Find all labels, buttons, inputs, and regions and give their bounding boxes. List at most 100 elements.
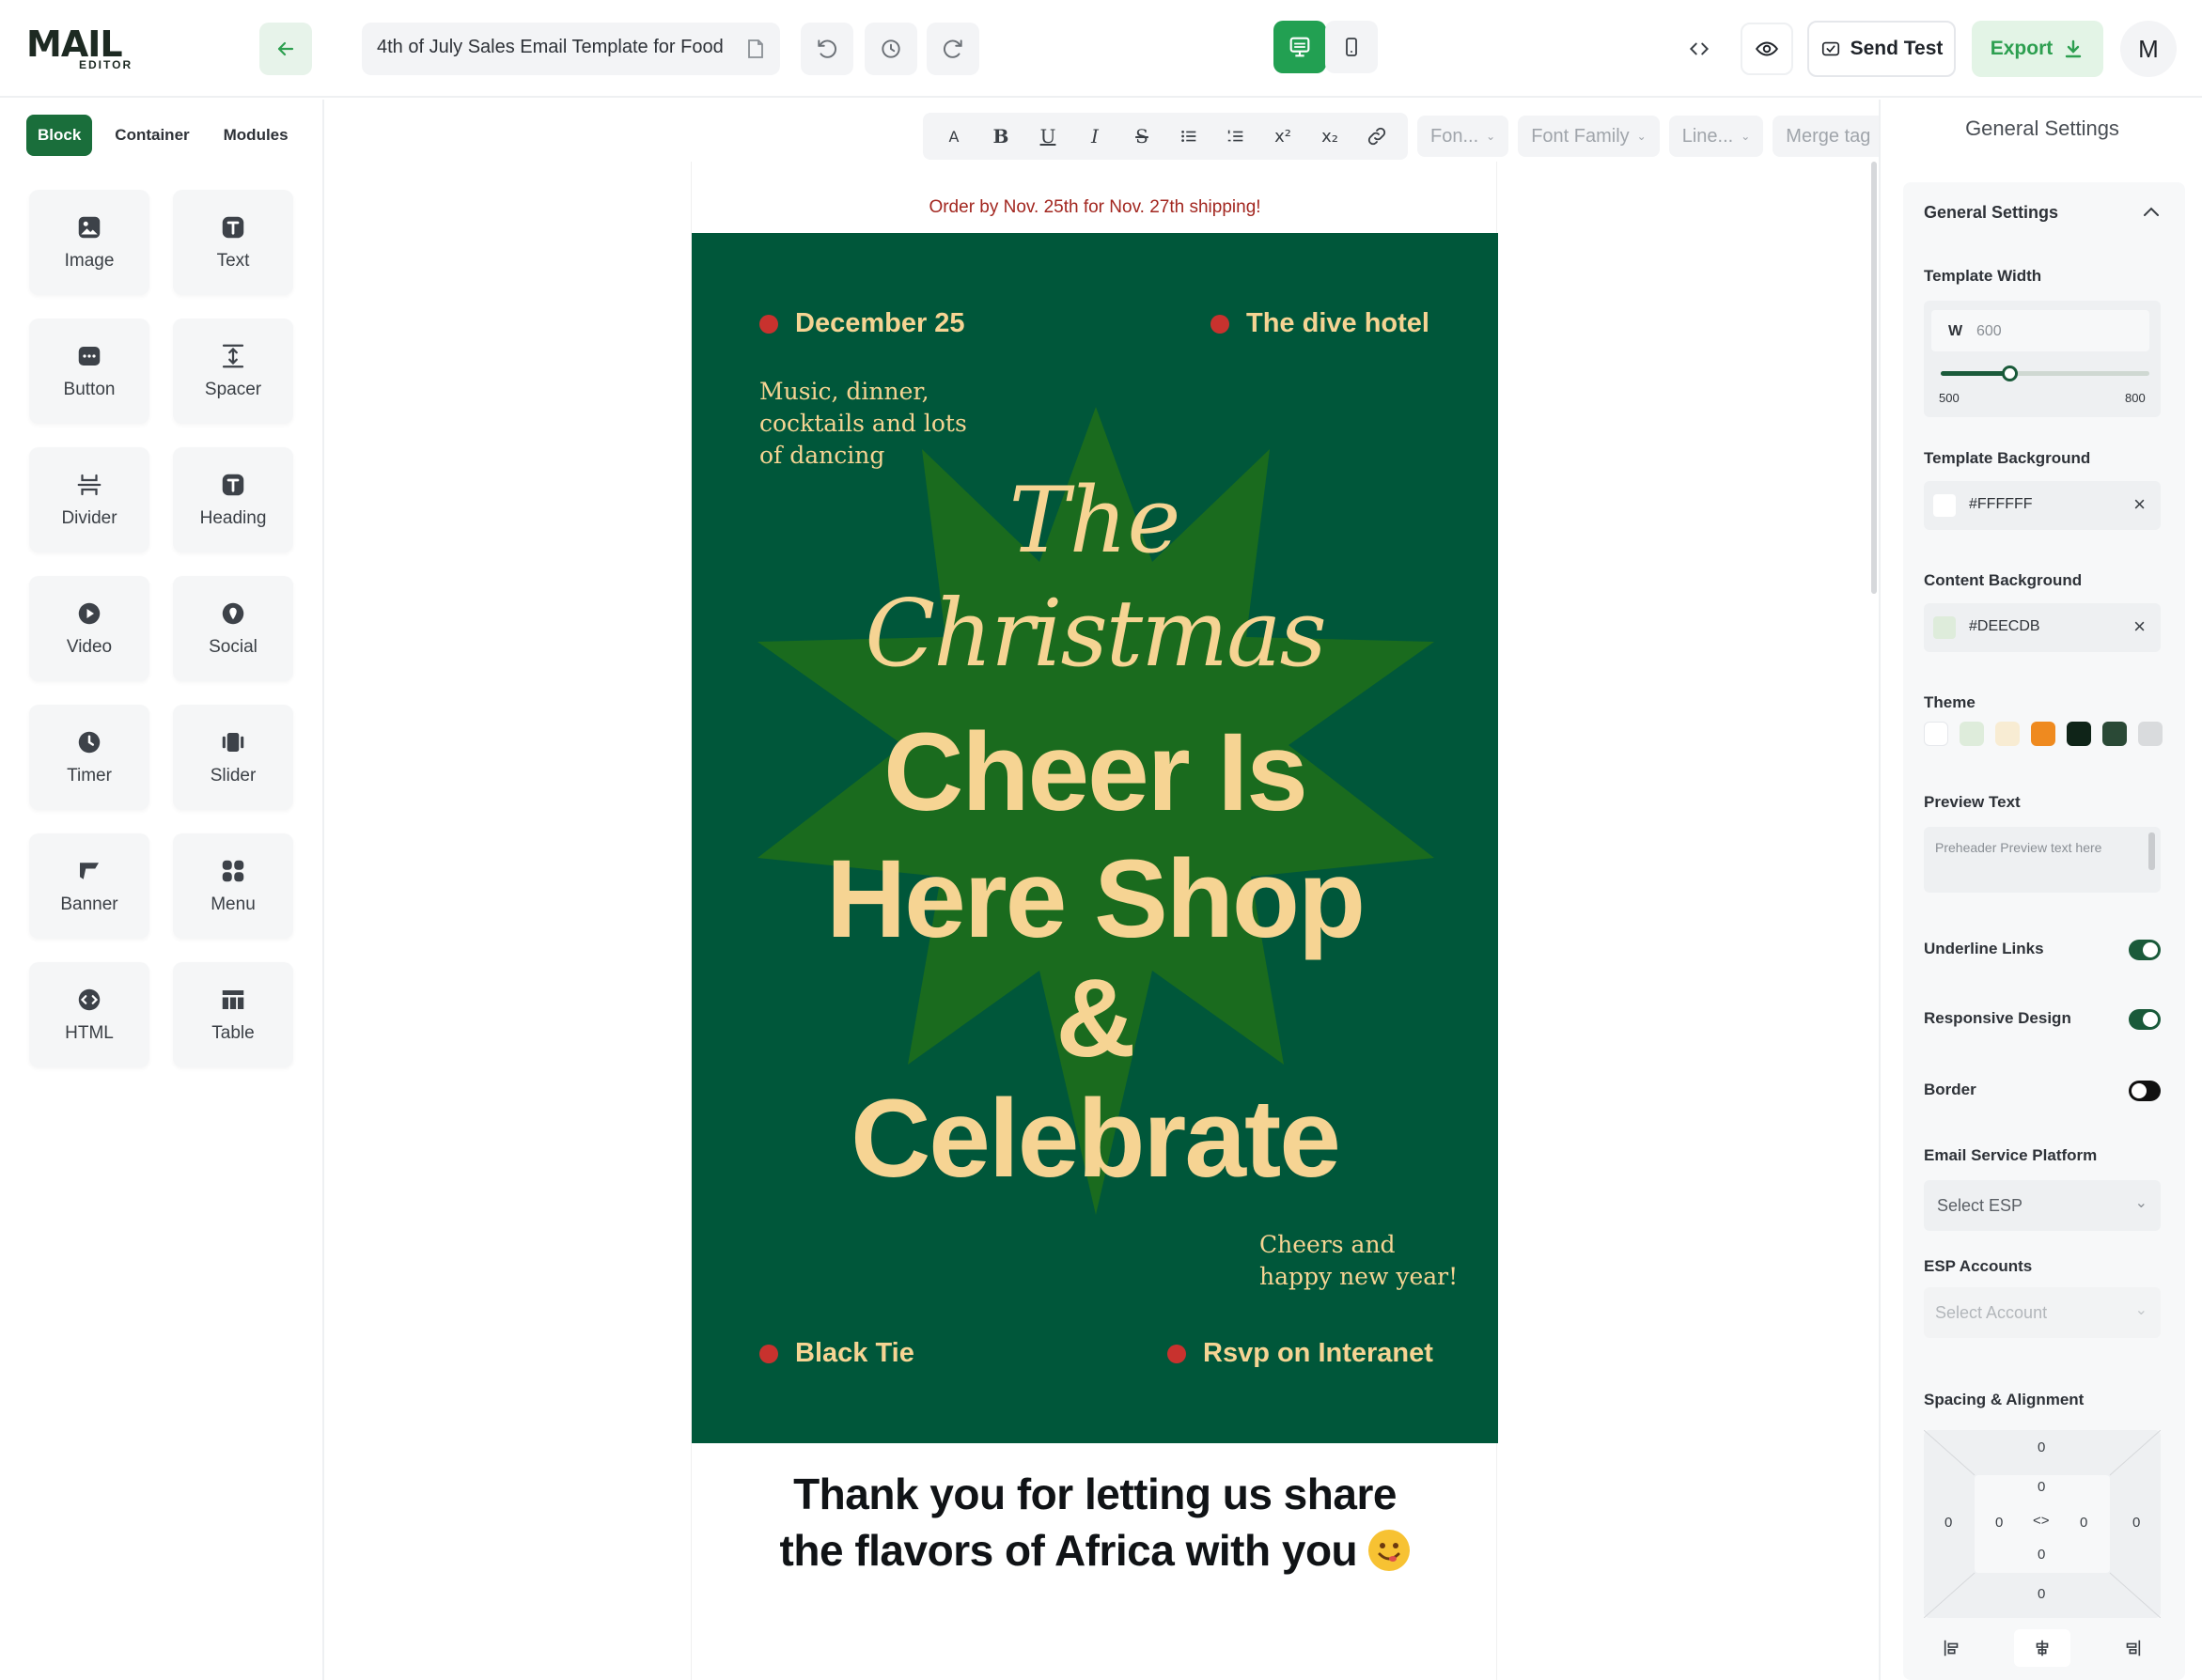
tab-block[interactable]: Block bbox=[26, 115, 93, 156]
chevron-up-icon[interactable] bbox=[2142, 205, 2161, 218]
esp-select[interactable]: Select ESP ⌄ bbox=[1924, 1180, 2161, 1231]
padding-left-value[interactable]: 0 bbox=[1995, 1515, 2003, 1531]
block-text[interactable]: Text bbox=[173, 190, 293, 295]
format-buttons-group: A B U I S x² x₂ bbox=[923, 113, 1408, 160]
content-background-swatch[interactable] bbox=[1933, 616, 1956, 639]
width-slider-handle[interactable] bbox=[2002, 366, 2019, 381]
content-background-value: #DEECDB bbox=[1969, 618, 2040, 634]
align-right-button[interactable] bbox=[2104, 1629, 2161, 1667]
arrow-left-icon bbox=[277, 41, 294, 56]
tab-modules[interactable]: Modules bbox=[212, 115, 300, 156]
margin-top-value[interactable]: 0 bbox=[2038, 1439, 2045, 1455]
block-spacer-label: Spacer bbox=[204, 380, 262, 399]
margin-bottom-value[interactable]: 0 bbox=[2038, 1586, 2045, 1602]
history-button[interactable] bbox=[865, 23, 917, 75]
general-settings-header[interactable]: General Settings bbox=[1907, 182, 2181, 242]
template-background-swatch[interactable] bbox=[1933, 494, 1956, 517]
redo-button[interactable] bbox=[927, 23, 979, 75]
superscript-icon[interactable]: x² bbox=[1261, 117, 1304, 155]
border-label: Border bbox=[1924, 1081, 1976, 1098]
banner-icon bbox=[80, 863, 99, 879]
link-icon[interactable] bbox=[1355, 117, 1398, 155]
padding-right-value[interactable]: 0 bbox=[2080, 1515, 2087, 1531]
clear-icon[interactable]: × bbox=[2133, 492, 2146, 517]
code-icon bbox=[1689, 42, 1710, 55]
theme-swatch[interactable] bbox=[2031, 722, 2055, 746]
undo-button[interactable] bbox=[801, 23, 853, 75]
block-html-label: HTML bbox=[65, 1023, 114, 1043]
preview-button[interactable] bbox=[1741, 23, 1793, 75]
bold-icon[interactable]: B bbox=[979, 117, 1023, 155]
mobile-view-button[interactable] bbox=[1325, 21, 1378, 73]
link-sides-icon[interactable]: <> bbox=[2033, 1513, 2050, 1529]
preheader-text[interactable]: Order by Nov. 25th for Nov. 27th shippin… bbox=[692, 197, 1498, 218]
line-height-select[interactable]: Line... ⌄ bbox=[1668, 116, 1764, 157]
align-center-button[interactable] bbox=[2014, 1629, 2070, 1667]
settings-sidebar: General Settings General Settings Templa… bbox=[1879, 100, 2202, 1680]
subscript-icon[interactable]: x₂ bbox=[1308, 117, 1351, 155]
width-input[interactable]: W 600 bbox=[1931, 310, 2149, 351]
template-background-field[interactable]: #FFFFFF × bbox=[1924, 481, 2161, 530]
block-heading[interactable]: Heading bbox=[173, 447, 293, 552]
top-bar: MAIL EDITOR 4th of July Sales Email Temp… bbox=[0, 0, 2202, 98]
block-slider[interactable]: Slider bbox=[173, 705, 293, 810]
preview-text-input[interactable]: Preheader Preview text here bbox=[1924, 827, 2161, 893]
theme-swatch[interactable] bbox=[1924, 722, 1948, 746]
margin-left-value[interactable]: 0 bbox=[1944, 1515, 1952, 1531]
block-button[interactable]: Button bbox=[29, 319, 149, 424]
strikethrough-icon[interactable]: S bbox=[1120, 117, 1163, 155]
italic-icon[interactable]: I bbox=[1073, 117, 1117, 155]
font-family-select[interactable]: Font Family ⌄ bbox=[1518, 116, 1660, 157]
content-background-field[interactable]: #DEECDB × bbox=[1924, 603, 2161, 652]
padding-top-value[interactable]: 0 bbox=[2038, 1479, 2045, 1495]
numbered-list-icon[interactable] bbox=[1214, 117, 1257, 155]
block-html[interactable]: HTML bbox=[29, 962, 149, 1067]
block-banner[interactable]: Banner bbox=[29, 833, 149, 939]
margin-right-value[interactable]: 0 bbox=[2132, 1515, 2140, 1531]
theme-swatch[interactable] bbox=[2067, 722, 2091, 746]
block-spacer[interactable]: Spacer bbox=[173, 319, 293, 424]
canvas-scrollbar[interactable] bbox=[1871, 162, 1877, 594]
underline-links-toggle[interactable] bbox=[2129, 940, 2161, 960]
align-left-button[interactable] bbox=[1924, 1629, 1980, 1667]
block-menu[interactable]: Menu bbox=[173, 833, 293, 939]
responsive-design-toggle[interactable] bbox=[2129, 1009, 2161, 1030]
theme-swatch[interactable] bbox=[2138, 722, 2163, 746]
block-video[interactable]: Video bbox=[29, 576, 149, 681]
font-size-select[interactable]: Fon... ⌄ bbox=[1417, 116, 1509, 157]
theme-swatch[interactable] bbox=[1995, 722, 2020, 746]
border-toggle[interactable] bbox=[2129, 1081, 2161, 1101]
block-divider[interactable]: Divider bbox=[29, 447, 149, 552]
block-button-label: Button bbox=[63, 380, 116, 399]
clear-icon[interactable]: × bbox=[2133, 614, 2146, 639]
desktop-view-button[interactable] bbox=[1273, 21, 1326, 73]
html-icon bbox=[78, 988, 101, 1011]
theme-swatch[interactable] bbox=[1960, 722, 1984, 746]
block-social[interactable]: Social bbox=[173, 576, 293, 681]
bullet-list-icon[interactable] bbox=[1167, 117, 1210, 155]
text-style-icon[interactable]: A bbox=[932, 117, 976, 155]
send-test-button[interactable]: Send Test bbox=[1807, 21, 1956, 77]
hero-banner[interactable]: December 25 The dive hotel Music, dinner… bbox=[692, 233, 1498, 1443]
divider-icon bbox=[77, 474, 102, 496]
block-image[interactable]: Image bbox=[29, 190, 149, 295]
block-timer[interactable]: Timer bbox=[29, 705, 149, 810]
theme-swatch[interactable] bbox=[2102, 722, 2127, 746]
width-slider-track[interactable] bbox=[1941, 366, 2149, 381]
textarea-resize-handle[interactable] bbox=[2148, 832, 2155, 870]
user-avatar[interactable]: M bbox=[2120, 21, 2177, 77]
block-table[interactable]: Table bbox=[173, 962, 293, 1067]
line-height-value: Line... bbox=[1681, 125, 1734, 147]
export-button[interactable]: Export bbox=[1972, 21, 2103, 77]
underline-icon[interactable]: U bbox=[1026, 117, 1070, 155]
tab-container[interactable]: Container bbox=[103, 115, 200, 156]
eye-icon bbox=[1755, 41, 1779, 56]
template-title-field[interactable]: 4th of July Sales Email Template for Foo… bbox=[362, 23, 780, 75]
back-button[interactable] bbox=[259, 23, 312, 75]
code-view-button[interactable] bbox=[1673, 23, 1726, 75]
esp-accounts-select[interactable]: Select Account ⌄ bbox=[1924, 1287, 2161, 1338]
image-icon bbox=[78, 216, 101, 239]
thank-you-heading[interactable]: Thank you for letting us share the flavo… bbox=[692, 1466, 1498, 1579]
document-icon[interactable] bbox=[744, 38, 767, 60]
padding-bottom-value[interactable]: 0 bbox=[2038, 1547, 2045, 1563]
